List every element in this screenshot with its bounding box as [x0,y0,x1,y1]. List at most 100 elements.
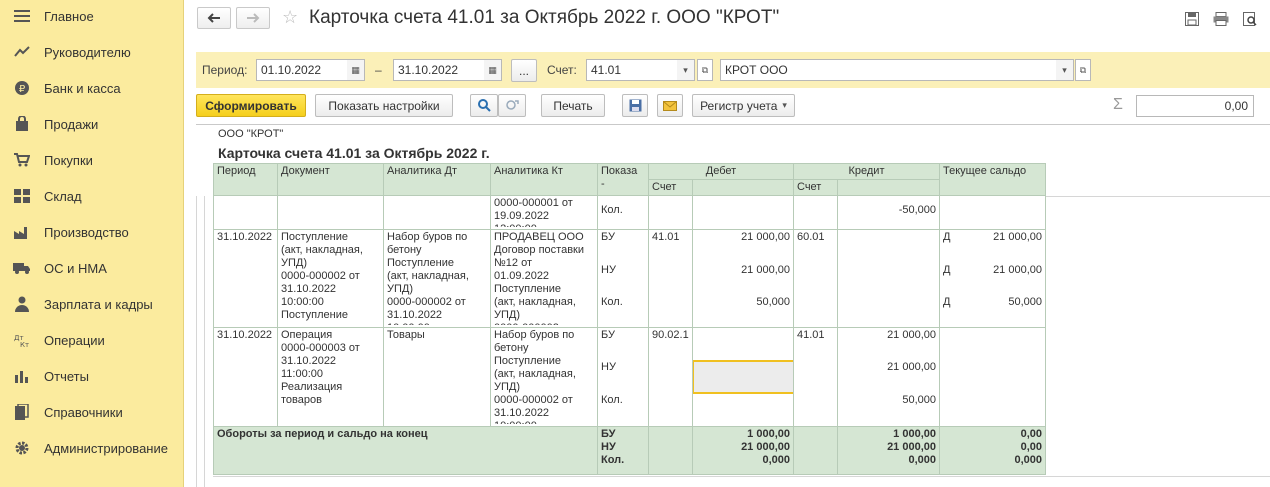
debit-amount-cell [692,327,794,427]
col-header-debit-account: Счет [648,179,693,196]
date-to-field[interactable]: 31.10.2022 [393,59,485,81]
open-icon[interactable]: ⧉ [1075,59,1091,81]
sidebar-item-operations[interactable]: Дт Кт Операции [0,322,184,358]
generate-button[interactable]: Сформировать [196,94,306,117]
col-header-credit: Кредит [793,163,940,180]
search-icon [477,99,491,112]
save-button[interactable] [622,94,648,117]
floppy-icon [629,99,641,112]
sigma-icon: Σ [1113,96,1123,113]
col-header-credit-account: Счет [793,179,838,196]
table-row[interactable]: 31.10.2022 Поступление (акт, накладная, … [213,229,1046,328]
period-select-button[interactable]: ... [511,59,537,82]
divider [213,476,1270,477]
arrow-right-icon [247,13,260,23]
total-credit-bu: 1 000,00 [893,428,936,440]
account-field[interactable]: 41.01 [586,59,678,81]
register-dropdown-button[interactable]: Регистр учета ▾ [692,94,795,117]
open-icon[interactable]: ⧉ [697,59,713,81]
indicator-cell: Кол. [597,195,649,230]
indicator-bu: БУ [601,428,616,440]
sidebar-item-sales[interactable]: Продажи [0,106,184,142]
indicator-nu: НУ [601,441,616,453]
bag-icon [0,116,44,132]
indicator-qty: Кол. [601,454,625,466]
col-header-analytics-dt: Аналитика Дт [383,163,491,196]
preview-search-icon[interactable] [1241,10,1259,28]
balance-qty: Д 50,000 [943,296,1042,309]
col-header-debit: Дебет [648,163,794,180]
totals-row: Обороты за период и сальдо на конец БУ Н… [213,426,1046,475]
analytics-kt-cell: ПРОДАВЕЦ ООО Договор поставки №12 от 01.… [494,231,584,325]
favorite-star-icon[interactable]: ☆ [282,8,298,26]
totals-label: Обороты за период и сальдо на конец [213,426,598,475]
bar-chart-icon [0,369,44,383]
sidebar-item-admin[interactable]: Администрирование [0,430,184,466]
sidebar-item-references[interactable]: Справочники [0,394,184,430]
sidebar-item-label: Операции [44,332,105,348]
indicator-nu: НУ [601,264,616,276]
credit-qty: 50,000 [902,394,936,406]
truck-icon [0,262,44,274]
dt-kt-icon: Дт Кт [0,333,44,347]
gear-icon [0,440,44,456]
sidebar-item-label: Главное [44,8,94,24]
email-button[interactable] [657,94,683,117]
document-cell: Поступление (акт, накладная, УПД) 0000-0… [281,231,363,325]
total-debit-bu: 1 000,00 [747,428,790,440]
sidebar-item-main[interactable]: Главное [0,0,184,34]
col-header-document: Документ [277,163,384,196]
person-icon [0,296,44,312]
debit-nu: 21 000,00 [741,264,790,276]
sidebar-item-label: ОС и НМА [44,260,107,276]
books-icon [0,404,44,420]
col-header-credit-amount [837,179,940,196]
refresh-search-icon [506,100,519,110]
search-refresh-button[interactable] [498,94,526,117]
balance-side: Д [943,264,951,276]
calendar-icon[interactable]: ▦ [347,59,365,81]
save-icon[interactable] [1183,10,1201,28]
calendar-icon[interactable]: ▦ [484,59,502,81]
balance-value: 21 000,00 [993,264,1042,276]
menu-icon [0,9,44,23]
sidebar-item-assets[interactable]: ОС и НМА [0,250,184,286]
sidebar-item-bank[interactable]: ₽ Банк и касса [0,70,184,106]
sidebar-item-warehouse[interactable]: Склад [0,178,184,214]
account-label: Счет: [547,63,577,77]
date-from-field[interactable]: 01.10.2022 [256,59,348,81]
print-button[interactable]: Печать [541,94,605,117]
sidebar-item-label: Руководителю [44,44,131,60]
sidebar-item-label: Зарплата и кадры [44,296,153,312]
trend-icon [0,46,44,58]
chevron-down-icon[interactable]: ▾ [677,59,695,81]
sidebar-item-salary[interactable]: Зарплата и кадры [0,286,184,322]
svg-text:₽: ₽ [19,84,26,95]
sidebar-item-reports[interactable]: Отчеты [0,358,184,394]
selected-cell[interactable] [693,360,793,394]
table-row[interactable]: 0000-000001 от 19.09.2022 12:00:00 Кол. … [213,195,1046,230]
forward-button[interactable] [236,7,270,29]
sidebar-item-label: Справочники [44,404,123,420]
chevron-down-icon[interactable]: ▾ [1056,59,1074,81]
col-header-analytics-kt: Аналитика Кт [490,163,598,196]
organization-field[interactable]: КРОТ ООО [720,59,1057,81]
indicator-qty: Кол. [601,394,623,406]
sidebar-item-purchases[interactable]: Покупки [0,142,184,178]
report-table: Период Документ Аналитика Дт Аналитика К… [213,163,1046,475]
print-icon[interactable] [1212,10,1230,28]
sidebar-item-label: Производство [44,224,129,240]
sum-field: 0,00 [1136,95,1254,117]
search-button[interactable] [470,94,498,117]
sidebar-item-label: Склад [44,188,82,204]
page-title: Карточка счета 41.01 за Октябрь 2022 г. … [309,7,780,28]
back-button[interactable] [197,7,231,29]
sidebar-item-production[interactable]: Производство [0,214,184,250]
show-settings-button[interactable]: Показать настройки [315,94,453,117]
sidebar-item-label: Отчеты [44,368,89,384]
analytics-kt-cell: Набор буров по бетону Поступление (акт, … [494,329,576,424]
factory-icon [0,225,44,239]
sidebar-item-manager[interactable]: Руководителю [0,34,184,70]
total-credit-qty: 0,000 [908,454,936,466]
table-row[interactable]: 31.10.2022 Операция 0000-000003 от 31.10… [213,327,1046,427]
